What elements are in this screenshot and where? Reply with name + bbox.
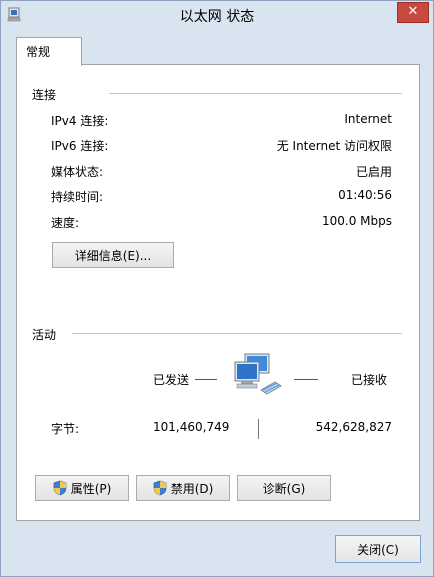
disable-button[interactable]: 禁用(D) [136, 475, 230, 501]
properties-button-label: 属性(P) [70, 481, 112, 496]
tab-general-label: 常规 [26, 45, 51, 59]
connection-section-label: 连接 [32, 88, 57, 102]
close-button-label: 关闭(C) [357, 542, 399, 557]
duration-label: 持续时间: [51, 190, 104, 204]
bytes-label: 字节: [51, 422, 80, 436]
diagnose-button-label: 诊断(G) [262, 481, 306, 496]
uac-shield-icon [53, 480, 67, 496]
sent-flow-line [195, 379, 217, 380]
window-title: 以太网 状态 [179, 9, 255, 25]
details-button[interactable]: 详细信息(E)... [52, 242, 174, 268]
properties-button[interactable]: 属性(P) [35, 475, 129, 501]
sent-label: 已发送 [153, 373, 190, 387]
bytes-sent-value: 101,460,749 [153, 420, 230, 434]
ipv4-value: Internet [344, 112, 392, 126]
status-window: 以太网 状态 ✕ 常规 连接 IPv4 连接: Internet IPv6 连接… [0, 0, 434, 577]
media-state-value: 已启用 [355, 165, 392, 179]
bytes-separator [258, 419, 259, 439]
diagnose-button[interactable]: 诊断(G) [237, 475, 331, 501]
tab-general[interactable]: 常规 [16, 37, 82, 66]
disable-button-label: 禁用(D) [170, 481, 214, 496]
ipv4-label: IPv4 连接: [51, 114, 109, 128]
activity-divider [72, 333, 402, 334]
window-close-button[interactable]: ✕ [397, 2, 429, 23]
details-button-label: 详细信息(E)... [74, 248, 152, 263]
uac-shield-icon [153, 480, 167, 496]
network-computers-icon [234, 353, 282, 395]
bytes-received-value: 542,628,827 [315, 420, 392, 434]
title-bar[interactable]: 以太网 状态 ✕ [1, 1, 433, 30]
duration-value: 01:40:56 [338, 188, 392, 202]
ipv6-label: IPv6 连接: [51, 139, 109, 153]
media-state-label: 媒体状态: [51, 165, 104, 179]
connection-divider [109, 93, 402, 94]
speed-label: 速度: [51, 216, 80, 230]
general-panel: 连接 IPv4 连接: Internet IPv6 连接: 无 Internet… [16, 64, 420, 521]
speed-value: 100.0 Mbps [321, 214, 392, 228]
received-label: 已接收 [351, 373, 388, 387]
activity-section-label: 活动 [32, 328, 57, 342]
received-flow-line [294, 379, 318, 380]
close-button[interactable]: 关闭(C) [335, 535, 421, 563]
ipv6-value: 无 Internet 访问权限 [276, 139, 392, 153]
